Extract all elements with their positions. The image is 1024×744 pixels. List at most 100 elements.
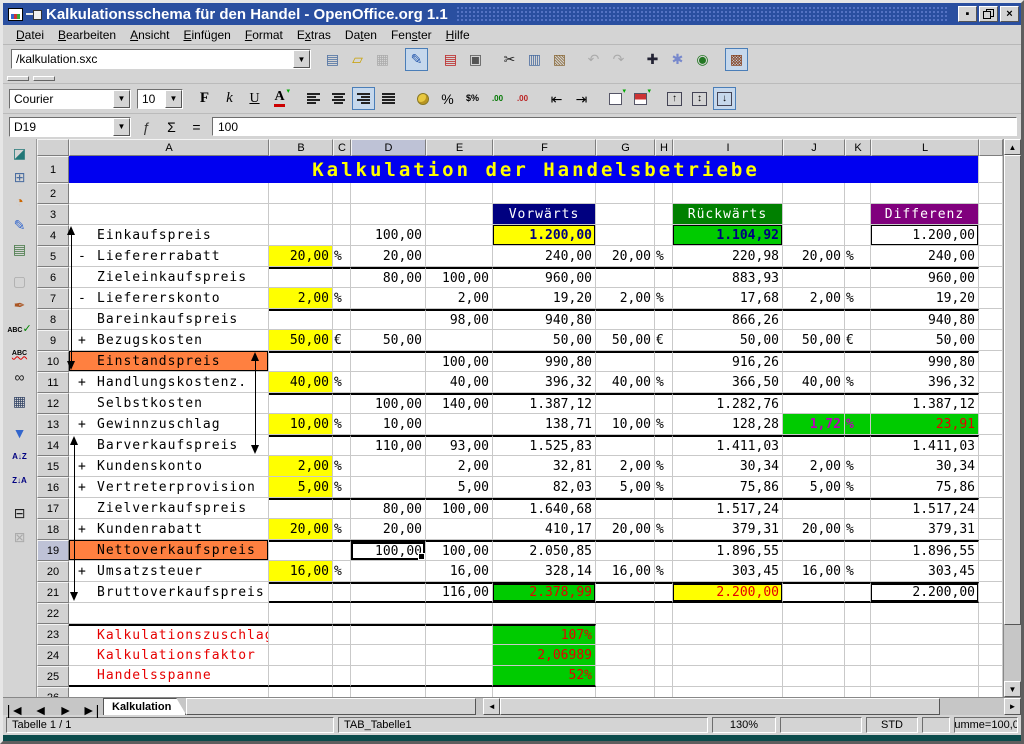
cell-B6[interactable] [269, 267, 333, 288]
row-header-3[interactable]: 3 [37, 204, 69, 225]
cell-B14[interactable] [269, 435, 333, 456]
cell-K19[interactable] [845, 540, 871, 561]
cell-E22[interactable] [426, 603, 493, 624]
cell-F26[interactable] [493, 687, 596, 697]
align-center-icon[interactable] [327, 87, 350, 110]
select-all-corner[interactable] [37, 139, 69, 156]
cell-B13[interactable]: 10,00 [269, 414, 333, 435]
cell-K8[interactable] [845, 309, 871, 330]
cell-L19[interactable]: 1.896,55 [871, 540, 979, 561]
toolbar-drag-handle[interactable] [33, 76, 55, 81]
cell-J9[interactable]: 50,00 [783, 330, 845, 351]
cell-D2[interactable] [351, 183, 426, 204]
cell-E18[interactable] [426, 519, 493, 540]
cell-G13[interactable]: 10,00 [596, 414, 655, 435]
cell-F13[interactable]: 138,71 [493, 414, 596, 435]
navigator-icon[interactable]: ✚ [641, 48, 664, 71]
cell-M20[interactable] [979, 561, 1003, 582]
cell-G21[interactable] [596, 582, 655, 603]
autospellcheck-icon[interactable]: ABC [7, 341, 33, 365]
column-header-K[interactable]: K [845, 139, 871, 156]
cell-H3[interactable] [655, 204, 673, 225]
cell-C9[interactable]: € [333, 330, 351, 351]
row-header-18[interactable]: 18 [37, 519, 69, 540]
cell-J22[interactable] [783, 603, 845, 624]
cell-C20[interactable]: % [333, 561, 351, 582]
cell-H8[interactable] [655, 309, 673, 330]
column-header-C[interactable]: C [333, 139, 351, 156]
find-replace-icon[interactable]: ∞ [7, 365, 33, 389]
row-header-12[interactable]: 12 [37, 393, 69, 414]
print-icon[interactable]: ▣ [464, 48, 487, 71]
row-header-20[interactable]: 20 [37, 561, 69, 582]
spellcheck-icon[interactable]: ABC [7, 317, 33, 341]
cell-A6[interactable]: Zieleinkaufspreis [69, 267, 269, 288]
cell-E6[interactable]: 100,00 [426, 267, 493, 288]
cell-D5[interactable]: 20,00 [351, 246, 426, 267]
row-header-11[interactable]: 11 [37, 372, 69, 393]
column-header-A[interactable]: A [69, 139, 269, 156]
formula-input[interactable]: 100 [212, 117, 1017, 136]
font-color-icon[interactable]: A▾ [268, 87, 291, 110]
cell-E4[interactable] [426, 225, 493, 246]
cell-F2[interactable] [493, 183, 596, 204]
cell-D11[interactable] [351, 372, 426, 393]
cell-B24[interactable] [269, 645, 333, 666]
cell-K25[interactable] [845, 666, 871, 687]
cell-H6[interactable] [655, 267, 673, 288]
cell-reference-box[interactable]: D19 ▼ [9, 117, 131, 137]
cell-E24[interactable] [426, 645, 493, 666]
cell-I3[interactable]: Rückwärts [673, 204, 783, 225]
cell-E2[interactable] [426, 183, 493, 204]
column-header-J[interactable]: J [783, 139, 845, 156]
cell-I13[interactable]: 128,28 [673, 414, 783, 435]
column-header-I[interactable]: I [673, 139, 783, 156]
row-header-4[interactable]: 4 [37, 225, 69, 246]
cell-M25[interactable] [979, 666, 1003, 687]
cell-F7[interactable]: 19,20 [493, 288, 596, 309]
cell-E16[interactable]: 5,00 [426, 477, 493, 498]
cell-J4[interactable] [783, 225, 845, 246]
edit-file-icon[interactable]: ✎ [405, 48, 428, 71]
cell-M26[interactable] [979, 687, 1003, 697]
cell-C10[interactable] [333, 351, 351, 372]
sort-ascending-icon[interactable]: A↓Z [7, 445, 33, 469]
cell-H19[interactable] [655, 540, 673, 561]
last-sheet-icon[interactable]: ►| [79, 698, 102, 721]
cell-J15[interactable]: 2,00 [783, 456, 845, 477]
insert-object-icon[interactable]: ◪ [7, 141, 33, 165]
cell-B22[interactable] [269, 603, 333, 624]
cell-M13[interactable] [979, 414, 1003, 435]
italic-icon[interactable]: k [218, 87, 241, 110]
cell-F5[interactable]: 240,00 [493, 246, 596, 267]
cell-G12[interactable] [596, 393, 655, 414]
maximize-button[interactable] [979, 6, 998, 22]
cell-F19[interactable]: 2.050,85 [493, 540, 596, 561]
cell-L16[interactable]: 75,86 [871, 477, 979, 498]
cell-I5[interactable]: 220,98 [673, 246, 783, 267]
cell-H22[interactable] [655, 603, 673, 624]
cell-M17[interactable] [979, 498, 1003, 519]
menu-einfuegen[interactable]: Einfügen [176, 26, 237, 44]
cell-I21[interactable]: 2.200,00 [673, 582, 783, 603]
minimize-button[interactable]: ▪ [958, 6, 977, 22]
form-controls-icon[interactable]: ▤ [7, 237, 33, 261]
cell-B8[interactable] [269, 309, 333, 330]
cell-I24[interactable] [673, 645, 783, 666]
cell-K17[interactable] [845, 498, 871, 519]
number-format-currency-icon[interactable] [411, 87, 434, 110]
cell-A15[interactable]: +Kundenskonto [69, 456, 269, 477]
cell-M3[interactable] [979, 204, 1003, 225]
cell-G10[interactable] [596, 351, 655, 372]
row-header-19[interactable]: 19 [37, 540, 69, 561]
tab-splitter[interactable] [476, 698, 483, 715]
cell-F6[interactable]: 960,00 [493, 267, 596, 288]
cell-L2[interactable] [871, 183, 979, 204]
align-center-vertical-icon[interactable]: ↕ [688, 87, 711, 110]
cell-F11[interactable]: 396,32 [493, 372, 596, 393]
cell-I6[interactable]: 883,93 [673, 267, 783, 288]
cell-C14[interactable] [333, 435, 351, 456]
cell-M15[interactable] [979, 456, 1003, 477]
cell-M24[interactable] [979, 645, 1003, 666]
cell-H14[interactable] [655, 435, 673, 456]
